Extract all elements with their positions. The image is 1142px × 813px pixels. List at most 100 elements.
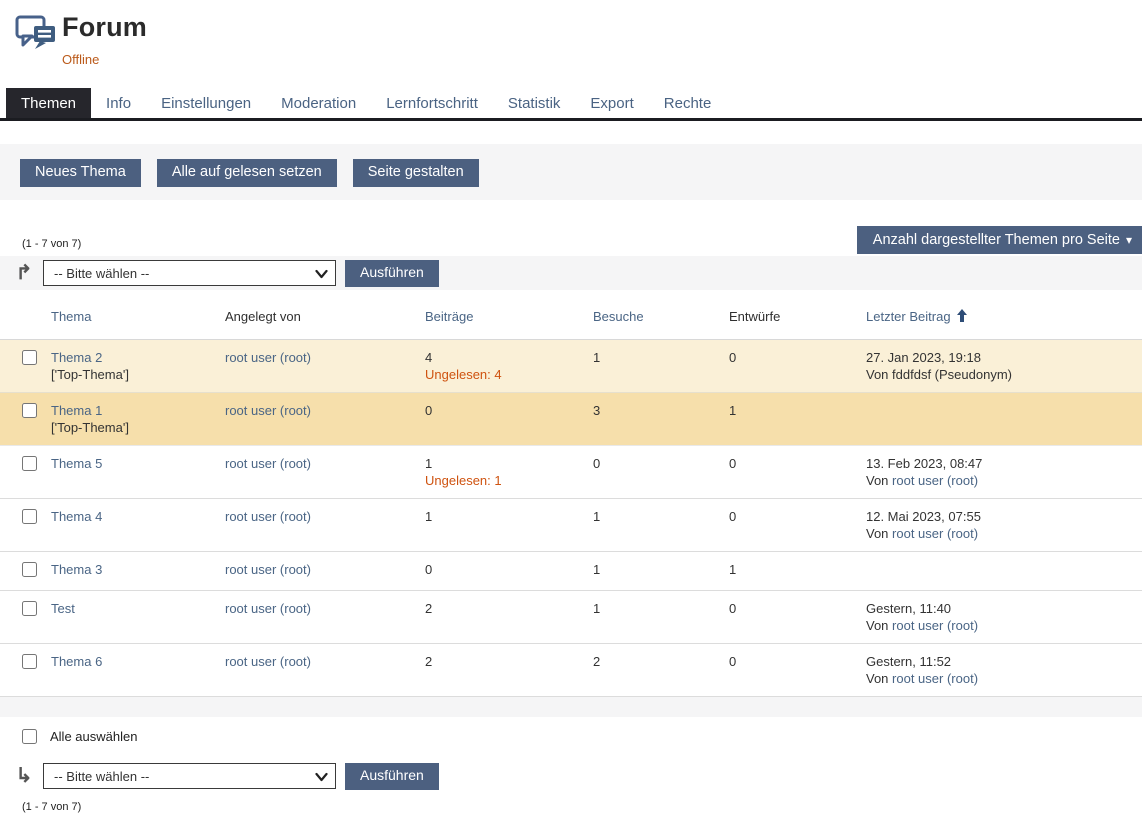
page-title: Forum [62,12,147,43]
last-post-date: 13. Feb 2023, 08:47 [866,456,982,471]
new-topic-button[interactable]: Neues Thema [20,159,141,187]
offline-status: Offline [62,52,99,67]
row-checkbox[interactable] [22,562,37,577]
select-all-label[interactable]: Alle auswählen [50,729,137,744]
posts-count: 2 [425,653,593,670]
last-post-by-prefix: Von [866,473,888,488]
apply-up-arrow-icon: ↱ [14,263,34,283]
drafts-count: 0 [729,508,866,525]
author-link[interactable]: root user (root) [225,456,311,471]
select-all-checkbox[interactable] [22,729,37,744]
last-post-author-link[interactable]: root user (root) [892,473,978,488]
column-header-angelegt-von: Angelegt von [225,308,425,325]
bulk-action-bar-top: ↱ -- Bitte wählen -- Ausführen [0,256,1142,290]
column-header-beitraege[interactable]: Beiträge [425,308,593,325]
visits-count: 3 [593,402,729,419]
unread-count: Ungelesen: 4 [425,367,502,382]
topic-link[interactable]: Thema 1 [51,403,102,418]
row-checkbox[interactable] [22,350,37,365]
drafts-count: 0 [729,349,866,366]
author-link[interactable]: root user (root) [225,654,311,669]
per-page-button[interactable]: Anzahl dargestellter Themen pro Seite ▾ [857,226,1142,254]
last-post-author-link[interactable]: root user (root) [892,618,978,633]
row-checkbox[interactable] [22,601,37,616]
last-post-author-link[interactable]: root user (root) [892,526,978,541]
author-link[interactable]: root user (root) [225,403,311,418]
table-row: Thema 5 root user (root) 1 Ungelesen: 1 … [0,446,1142,499]
author-link[interactable]: root user (root) [225,562,311,577]
posts-count: 4 [425,350,432,365]
row-checkbox[interactable] [22,654,37,669]
apply-down-arrow-icon: ↳ [14,766,34,786]
column-header-entwuerfe: Entwürfe [729,308,866,325]
pagination-row: (1 - 7 von 7) Anzahl dargestellter Theme… [0,226,1142,254]
last-post-date: 12. Mai 2023, 07:55 [866,509,981,524]
tab-moderation[interactable]: Moderation [266,88,371,118]
table-row: Thema 4 root user (root) 1 1 0 12. Mai 2… [0,499,1142,552]
posts-count: 0 [425,402,593,419]
posts-count: 0 [425,561,593,578]
execute-button-top[interactable]: Ausführen [345,260,439,287]
posts-count: 2 [425,600,593,617]
last-post-author-link[interactable]: root user (root) [892,671,978,686]
author-link[interactable]: root user (root) [225,509,311,524]
topic-link[interactable]: Thema 5 [51,456,102,471]
topics-table: Thema Angelegt von Beiträge Besuche Entw… [0,294,1142,697]
unread-count: Ungelesen: 1 [425,473,502,488]
table-row: Test root user (root) 2 1 0 Gestern, 11:… [0,591,1142,644]
last-post-date: 27. Jan 2023, 19:18 [866,350,981,365]
tab-export[interactable]: Export [575,88,648,118]
caret-down-icon: ▾ [1126,233,1132,247]
visits-count: 1 [593,508,729,525]
tab-einstellungen[interactable]: Einstellungen [146,88,266,118]
author-link[interactable]: root user (root) [225,350,311,365]
bulk-action-bar-bottom: ↳ -- Bitte wählen -- Ausführen [0,759,1142,793]
tab-lernfortschritt[interactable]: Lernfortschritt [371,88,493,118]
last-post-by-prefix: Von [866,367,888,382]
action-toolbar: Neues Thema Alle auf gelesen setzen Seit… [0,144,1142,200]
per-page-label: Anzahl dargestellter Themen pro Seite [873,232,1120,248]
drafts-count: 0 [729,653,866,670]
last-post-by-prefix: Von [866,618,888,633]
design-page-button[interactable]: Seite gestalten [353,159,479,187]
tab-bar: Themen Info Einstellungen Moderation Ler… [0,88,1142,121]
column-header-letzter-beitrag[interactable]: Letzter Beitrag [866,308,1142,326]
topic-link[interactable]: Thema 6 [51,654,102,669]
tab-rechte[interactable]: Rechte [649,88,727,118]
table-row: Thema 2 ['Top-Thema'] root user (root) 4… [0,340,1142,393]
author-link[interactable]: root user (root) [225,601,311,616]
posts-count: 1 [425,508,593,525]
drafts-count: 1 [729,402,866,419]
topic-tag: ['Top-Thema'] [51,367,129,382]
column-header-besuche[interactable]: Besuche [593,308,729,325]
column-header-thema[interactable]: Thema [51,308,225,325]
sort-ascending-icon [956,310,968,325]
execute-button-bottom[interactable]: Ausführen [345,763,439,790]
table-header-row: Thema Angelegt von Beiträge Besuche Entw… [0,294,1142,340]
bulk-action-select-top[interactable]: -- Bitte wählen -- [43,260,336,286]
visits-count: 0 [593,455,729,472]
posts-count: 1 [425,456,432,471]
select-all-row: Alle auswählen [0,717,1142,754]
last-post-by-prefix: Von [866,526,888,541]
tab-themen[interactable]: Themen [6,88,91,118]
tab-statistik[interactable]: Statistik [493,88,576,118]
topic-link[interactable]: Thema 3 [51,562,102,577]
last-post-date: Gestern, 11:40 [866,601,951,616]
topic-link[interactable]: Thema 4 [51,509,102,524]
visits-count: 1 [593,600,729,617]
row-checkbox[interactable] [22,403,37,418]
drafts-count: 0 [729,600,866,617]
row-checkbox[interactable] [22,509,37,524]
tab-info[interactable]: Info [91,88,146,118]
topic-link[interactable]: Test [51,601,75,616]
topic-link[interactable]: Thema 2 [51,350,102,365]
last-post-date: Gestern, 11:52 [866,654,951,669]
bulk-action-select-bottom[interactable]: -- Bitte wählen -- [43,763,336,789]
row-checkbox[interactable] [22,456,37,471]
pagination-top: (1 - 7 von 7) [22,238,81,250]
mark-all-read-button[interactable]: Alle auf gelesen setzen [157,159,337,187]
drafts-count: 1 [729,561,866,578]
visits-count: 1 [593,561,729,578]
topic-tag: ['Top-Thema'] [51,420,129,435]
